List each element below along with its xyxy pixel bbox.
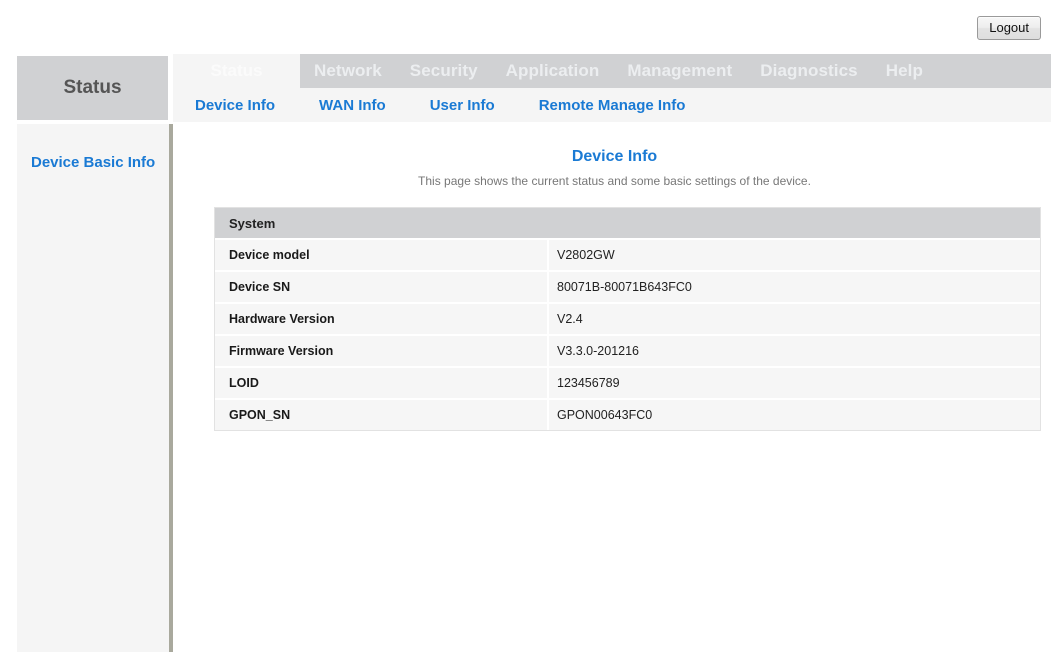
sidebar-header: Status [17,56,168,120]
subnav-item-remote-manage-info[interactable]: Remote Manage Info [517,97,708,114]
table-row: Firmware Version V3.3.0-201216 [215,334,1040,366]
table-row: LOID 123456789 [215,366,1040,398]
nav-item-application[interactable]: Application [492,61,614,81]
row-label-firmware-version: Firmware Version [215,344,547,358]
subnav-item-user-info[interactable]: User Info [408,97,517,114]
top-bar: Logout [0,0,1051,54]
sidebar: Device Basic Info [17,124,173,652]
row-value-loid: 123456789 [547,368,1040,398]
sidebar-header-label: Status [63,77,121,99]
row-label-gpon-sn: GPON_SN [215,408,547,422]
table-row: Device SN 80071B-80071B643FC0 [215,270,1040,302]
row-value-device-model: V2802GW [547,240,1040,270]
logout-button[interactable]: Logout [977,16,1041,40]
row-value-hardware-version: V2.4 [547,304,1040,334]
nav-item-status-label: Status [211,61,263,81]
sidebar-item-device-basic-info[interactable]: Device Basic Info [17,124,169,171]
page-subtitle: This page shows the current status and s… [178,174,1051,188]
nav-item-status-active[interactable]: Status [173,54,300,88]
nav-item-management[interactable]: Management [613,61,746,81]
row-value-device-sn: 80071B-80071B643FC0 [547,272,1040,302]
sub-navigation-bar: Device Info WAN Info User Info Remote Ma… [173,88,1051,122]
row-label-device-sn: Device SN [215,280,547,294]
nav-item-diagnostics[interactable]: Diagnostics [746,61,871,81]
system-info-table: System Device model V2802GW Device SN 80… [214,207,1041,431]
row-value-gpon-sn: GPON00643FC0 [547,400,1040,430]
nav-item-security[interactable]: Security [396,61,492,81]
row-label-device-model: Device model [215,248,547,262]
subnav-item-device-info[interactable]: Device Info [173,97,297,114]
row-label-loid: LOID [215,376,547,390]
table-row: Hardware Version V2.4 [215,302,1040,334]
table-row: Device model V2802GW [215,238,1040,270]
main-content: Device Info This page shows the current … [178,124,1051,652]
row-label-hardware-version: Hardware Version [215,312,547,326]
nav-item-help[interactable]: Help [872,61,937,81]
table-section-header: System [215,208,1040,238]
table-row: GPON_SN GPON00643FC0 [215,398,1040,430]
nav-item-network[interactable]: Network [300,61,396,81]
subnav-item-wan-info[interactable]: WAN Info [297,97,408,114]
main-navigation-bar: Network Security Application Management … [300,54,1051,88]
row-value-firmware-version: V3.3.0-201216 [547,336,1040,366]
page-title: Device Info [178,148,1051,166]
